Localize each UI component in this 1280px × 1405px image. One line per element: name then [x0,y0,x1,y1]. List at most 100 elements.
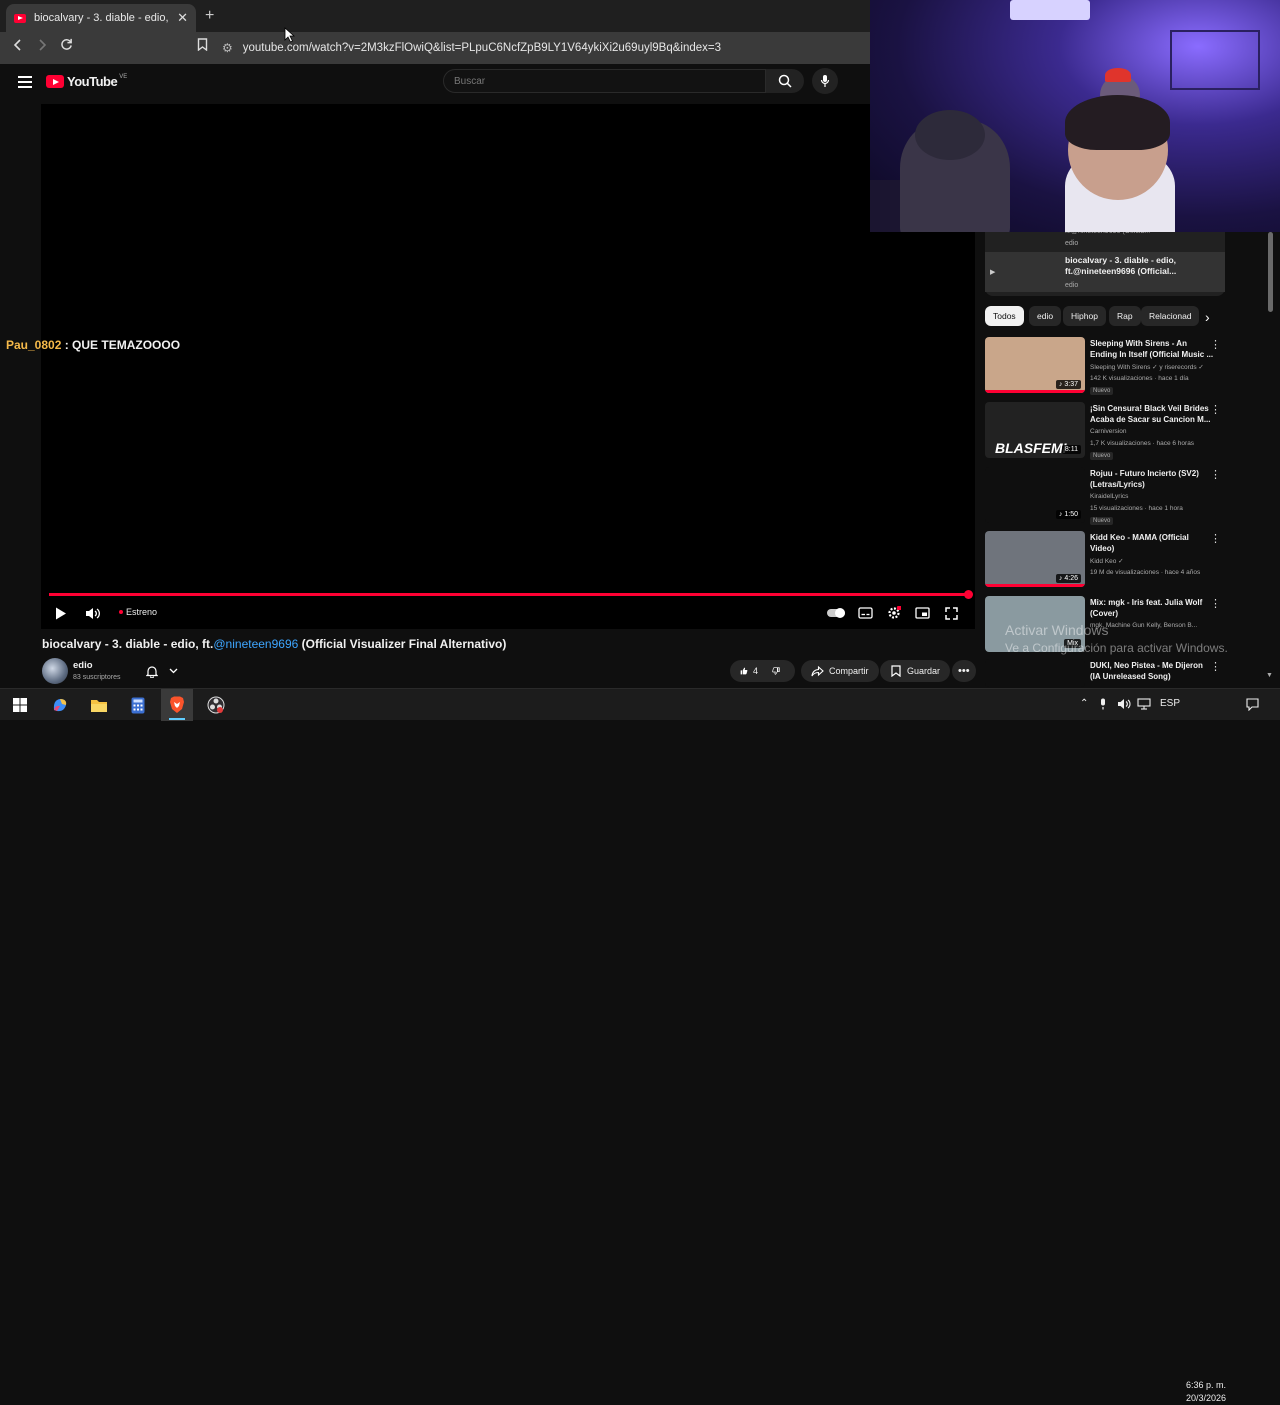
recommendation-title[interactable]: Kidd Keo - MAMA (Official Video) [1090,532,1215,554]
like-dislike-group: 4 [730,660,795,682]
chip-rap[interactable]: Rap [1109,306,1141,326]
chip-hiphop[interactable]: Hiphop [1063,306,1106,326]
recommendation-channel[interactable]: KiraidelLyrics [1090,493,1215,500]
bell-icon [145,665,158,678]
recommendation-item[interactable]: DUKI, Neo Pistea - Me Dijeron (IA Unrele… [985,659,1225,687]
youtube-favicon-icon [14,13,26,23]
recommendation-channel[interactable]: Carniversion [1090,428,1215,435]
playlist-prev-channel: edio [1065,240,1079,247]
forward-icon[interactable] [32,38,52,55]
network-tray-icon[interactable] [1137,698,1151,713]
video-thumbnail[interactable]: BLASFEMI 8:11 [985,402,1085,458]
menu-icon[interactable] [18,76,32,88]
more-vertical-icon[interactable]: ⋮ [1210,660,1221,673]
recommendation-channel[interactable]: mgk, Machine Gun Kelly, Benson B... [1090,622,1215,629]
notifications-tray-icon[interactable] [1246,698,1259,714]
more-vertical-icon[interactable]: ⋮ [1210,597,1221,610]
save-button[interactable]: Guardar [880,660,951,682]
video-title-mention[interactable]: @nineteen9696 [213,637,298,651]
volume-icon [85,607,100,619]
site-settings-icon[interactable]: ⚙ [222,41,233,55]
save-playlist-icon [891,665,901,677]
back-icon[interactable] [8,38,28,55]
recommendation-title[interactable]: Sleeping With Sirens - An Ending In Itse… [1090,338,1215,360]
video-thumbnail[interactable]: ♪ 1:50 [985,467,1085,523]
recommendation-channel[interactable]: Kidd Keo ✓ [1090,557,1215,565]
windows-start-button[interactable] [10,695,30,715]
input-language[interactable]: ESP [1160,698,1180,709]
obs-taskbar-icon[interactable] [206,695,226,715]
search-input[interactable]: Buscar [443,69,766,93]
recommendation-item[interactable]: ♪ 4:26 Kidd Keo - MAMA (Official Video) Ki… [985,531,1225,591]
chip-todos[interactable]: Todos [985,306,1024,326]
more-vertical-icon[interactable]: ⋮ [1210,338,1221,351]
play-button[interactable] [52,604,70,622]
speaker-tray-icon[interactable] [1117,698,1131,713]
recommendation-meta: 19 M de visualizaciones · hace 4 años [1090,569,1201,576]
microphone-tray-icon[interactable] [1099,698,1107,713]
settings-button[interactable] [885,604,903,622]
new-badge: Nuevo [1090,387,1114,395]
more-actions-button[interactable]: ••• [952,660,976,682]
scroll-down-icon[interactable]: ▼ [1266,672,1273,679]
more-vertical-icon[interactable]: ⋮ [1210,468,1221,481]
channel-avatar[interactable] [42,658,68,684]
new-tab-button[interactable]: + [205,7,214,25]
chevron-right-icon[interactable]: › [1205,309,1210,325]
windows-taskbar: ⌃ ESP 6:36 p. m. 20/3/2026 [0,688,1280,1403]
video-duration: ♪ 1:50 [1055,510,1081,519]
tab-title: biocalvary - 3. diable - edio, ft.@ [34,12,171,24]
recommendation-item[interactable]: ♪ 1:50 Rojuu - Futuro Incierto (SV2) (Let… [985,467,1225,527]
chip-edio[interactable]: edio [1029,306,1062,326]
calculator-taskbar-icon[interactable] [128,695,148,715]
notifications-button[interactable] [140,660,184,682]
recommendation-item[interactable]: ♪ 3:37 Sleeping With Sirens - An Ending I… [985,337,1225,397]
recommendation-title[interactable]: Mix: mgk - Iris feat. Julia Wolf (Cover) [1090,597,1215,619]
channel-name[interactable]: edio [73,660,93,671]
youtube-logo[interactable]: YouTube VE [46,74,127,89]
sidebar-scrollbar[interactable] [1268,232,1273,312]
subtitles-button[interactable] [856,604,874,622]
progress-scrubber[interactable] [964,590,973,599]
video-player[interactable] [41,104,975,629]
file-explorer-taskbar-icon[interactable] [89,695,109,715]
fullscreen-button[interactable] [942,604,960,622]
bookmark-icon[interactable] [192,38,212,55]
show-hidden-icons[interactable]: ⌃ [1080,698,1088,709]
clock-date: 20/3/2026 [1186,1393,1227,1403]
mouse-cursor-icon [284,27,296,48]
recommendation-item[interactable]: BLASFEMI 8:11 ¡Sin Censura! Black Veil Bri… [985,402,1225,462]
chip-relacionados[interactable]: Relacionad [1141,306,1199,326]
autoplay-toggle[interactable] [826,604,846,622]
video-thumbnail[interactable]: ♪ 3:37 [985,337,1085,393]
browser-tab[interactable]: biocalvary - 3. diable - edio, ft.@ ✕ [6,4,196,32]
search-button[interactable] [766,69,804,93]
subtitles-icon [857,607,873,619]
reload-icon[interactable] [56,38,76,55]
volume-button[interactable] [83,604,101,622]
copilot-taskbar-icon[interactable] [50,695,70,715]
brave-browser-taskbar-icon[interactable] [167,695,187,715]
recommendation-meta: 1,7 K visualizaciones · hace 6 horas [1090,440,1195,447]
system-clock[interactable]: 6:36 p. m. 20/3/2026 [1186,1379,1226,1405]
voice-search-button[interactable] [812,68,838,94]
dislike-icon[interactable] [772,665,780,677]
more-vertical-icon[interactable]: ⋮ [1210,403,1221,416]
play-icon [56,607,66,619]
miniplayer-button[interactable] [913,604,931,622]
recommendation-title[interactable]: Rojuu - Futuro Incierto (SV2) (Letras/Ly… [1090,468,1215,490]
playlist-current-title[interactable]: biocalvary - 3. diable - edio, ft.@ninet… [1065,255,1215,277]
more-vertical-icon[interactable]: ⋮ [1210,532,1221,545]
recommendation-title[interactable]: ¡Sin Censura! Black Veil Brides Acaba de… [1090,403,1215,425]
progress-bar[interactable] [49,593,969,596]
more-horizontal-icon: ••• [958,665,970,677]
share-button[interactable]: Compartir [801,660,879,682]
video-thumbnail[interactable] [985,659,1085,687]
like-icon[interactable] [740,665,748,677]
recommendation-title[interactable]: DUKI, Neo Pistea - Me Dijeron (IA Unrele… [1090,660,1215,682]
new-badge: Nuevo [1090,452,1114,460]
close-tab-icon[interactable]: ✕ [177,10,188,26]
clock-time: 6:36 p. m. [1186,1380,1227,1390]
video-thumbnail[interactable]: ♪ 4:26 [985,531,1085,587]
recommendation-channel[interactable]: Sleeping With Sirens ✓ y riserecords ✓ [1090,363,1215,371]
